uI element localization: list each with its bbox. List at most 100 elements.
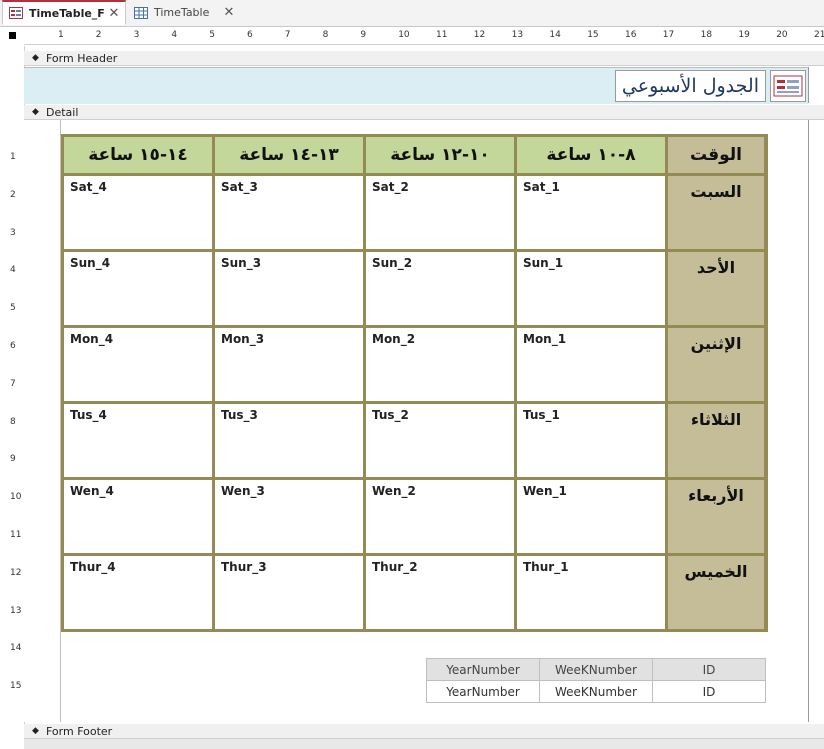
table-icon <box>134 6 148 19</box>
slot-header-cell[interactable]: ٨-١٠ ساعة <box>517 137 665 173</box>
ruler-number: 8 <box>10 416 16 427</box>
ruler-number: 15 <box>10 681 22 692</box>
close-icon[interactable]: ✕ <box>107 6 121 21</box>
tab-label: TimeTable_F <box>29 6 105 20</box>
timetable-slot-field[interactable]: Wen_2 <box>366 480 514 553</box>
section-label: Form Header <box>46 51 118 65</box>
timetable-slot-field[interactable]: Thur_4 <box>64 556 212 629</box>
slot-header-cell[interactable]: ١٠-١٢ ساعة <box>366 137 514 173</box>
timetable-slot-field[interactable]: Mon_1 <box>517 328 665 401</box>
section-arrow-icon: ◆ <box>32 53 39 63</box>
timetable-slot-field[interactable]: Wen_4 <box>64 480 212 553</box>
ruler-number: 18 <box>700 30 713 40</box>
ruler-number: 9 <box>10 454 16 465</box>
ruler-number: 10 <box>398 30 410 40</box>
timetable-slot-field[interactable]: Thur_3 <box>215 556 363 629</box>
ruler-number: 7 <box>10 378 16 389</box>
timetable-slot-field[interactable]: Sat_2 <box>366 176 514 249</box>
id-fields-table: YearNumber WeeKNumber ID YearNumber WeeK… <box>426 658 766 703</box>
day-label-cell[interactable]: الأحد <box>668 252 764 325</box>
ruler-number: 20 <box>776 30 788 40</box>
form-title-text: الجدول الأسبوعي <box>621 75 759 97</box>
timetable-slot-field[interactable]: Sun_4 <box>64 252 212 325</box>
timetable-slot-field[interactable]: Mon_3 <box>215 328 363 401</box>
timetable-slot-field[interactable]: Wen_3 <box>215 480 363 553</box>
form-logo-icon[interactable] <box>770 70 806 102</box>
ruler-number: 21 <box>814 30 824 40</box>
day-label-cell[interactable]: الثلاثاء <box>668 404 764 477</box>
ruler-number: 9 <box>360 30 367 40</box>
timetable-slot-field[interactable]: Thur_1 <box>517 556 665 629</box>
day-label-cell[interactable]: السبت <box>668 176 764 249</box>
tab-timetable-f[interactable]: TimeTable_F ✕ <box>2 0 126 25</box>
id-label[interactable]: ID <box>652 658 766 681</box>
ruler-number: 19 <box>738 30 750 40</box>
timetable-slot-field[interactable]: Sat_4 <box>64 176 212 249</box>
slot-header-cell[interactable]: ١٣-١٤ ساعة <box>215 137 363 173</box>
form-icon <box>9 7 23 19</box>
timetable-slot-field[interactable]: Sun_2 <box>366 252 514 325</box>
day-label-cell[interactable]: الخميس <box>668 556 764 629</box>
timetable-grid: الوقت ٨-١٠ ساعة ١٠-١٢ ساعة ١٣-١٤ ساعة ١٤-١٥ … <box>61 134 768 632</box>
section-label: Form Footer <box>46 724 113 738</box>
form-footer-section-bar[interactable]: ◆ Form Footer <box>24 724 824 739</box>
detail-section-bar[interactable]: ◆ Detail <box>24 105 824 120</box>
ruler-number: 2 <box>95 30 102 40</box>
ruler-number: 13 <box>511 30 524 40</box>
vertical-ruler: 1 2 3 4 5 6 7 8 9 10 11 12 13 14 15 <box>0 46 25 748</box>
day-label-cell[interactable]: الأربعاء <box>668 480 764 553</box>
id-field[interactable]: ID <box>652 680 766 703</box>
tab-timetable[interactable]: TimeTable ✕ <box>128 0 240 25</box>
slot-header-cell[interactable]: ١٤-١٥ ساعة <box>64 137 212 173</box>
close-icon[interactable]: ✕ <box>222 5 236 20</box>
timetable-slot-field[interactable]: Sat_1 <box>517 176 665 249</box>
timetable-slot-field[interactable]: Sun_3 <box>215 252 363 325</box>
timetable-slot-field[interactable]: Sat_3 <box>215 176 363 249</box>
ruler-number: 8 <box>322 30 329 40</box>
ruler-number: 12 <box>10 567 22 578</box>
document-tab-bar: TimeTable_F ✕ TimeTable ✕ <box>0 0 824 27</box>
ruler-number: 16 <box>625 30 637 40</box>
ruler-number: 14 <box>549 30 561 40</box>
ruler-number: 1 <box>10 152 16 162</box>
timetable-slot-field[interactable]: Sun_1 <box>517 252 665 325</box>
timetable-slot-field[interactable]: Tus_1 <box>517 404 665 477</box>
ruler-number: 11 <box>10 530 22 540</box>
ruler-number: 6 <box>247 30 253 40</box>
ruler-number: 5 <box>209 30 215 40</box>
ruler-number: 4 <box>10 265 16 276</box>
timetable-slot-field[interactable]: Mon_4 <box>64 328 212 401</box>
week-number-label[interactable]: WeeKNumber <box>539 658 653 681</box>
form-footer-band <box>24 738 824 749</box>
ruler-number: 11 <box>436 30 448 40</box>
horizontal-ruler: 1 2 3 4 5 6 7 8 9 10 11 12 13 14 15 16 17 18 19 20 21 <box>24 28 824 45</box>
section-arrow-icon: ◆ <box>32 726 39 736</box>
timetable-slot-field[interactable]: Tus_4 <box>64 404 212 477</box>
day-label-cell[interactable]: الإثنين <box>668 328 764 401</box>
ruler-number: 13 <box>10 605 22 616</box>
ruler-number: 14 <box>10 643 22 654</box>
ruler-number: 3 <box>133 30 140 40</box>
ruler-number: 17 <box>662 30 675 40</box>
year-number-field[interactable]: YearNumber <box>426 680 540 703</box>
ruler-number: 5 <box>10 303 16 314</box>
timetable-slot-field[interactable]: Tus_3 <box>215 404 363 477</box>
timetable-slot-field[interactable]: Tus_2 <box>366 404 514 477</box>
ruler-corner-select[interactable] <box>0 28 24 45</box>
form-title-label[interactable]: الجدول الأسبوعي <box>614 70 766 102</box>
year-number-label[interactable]: YearNumber <box>426 658 540 681</box>
section-label: Detail <box>46 105 79 119</box>
ruler-number: 1 <box>58 30 64 40</box>
timetable-slot-field[interactable]: Wen_1 <box>517 480 665 553</box>
ruler-number: 15 <box>587 30 599 40</box>
detail-right-margin <box>808 120 824 722</box>
time-header-cell[interactable]: الوقت <box>668 137 764 173</box>
ruler-number: 4 <box>171 30 178 40</box>
timetable-slot-field[interactable]: Mon_2 <box>366 328 514 401</box>
timetable-slot-field[interactable]: Thur_2 <box>366 556 514 629</box>
form-header-band: الجدول الأسبوعي <box>24 67 808 104</box>
form-header-section-bar[interactable]: ◆ Form Header <box>24 51 824 66</box>
ruler-number: 2 <box>10 189 16 200</box>
week-number-field[interactable]: WeeKNumber <box>539 680 653 703</box>
ruler-number: 6 <box>10 341 16 351</box>
